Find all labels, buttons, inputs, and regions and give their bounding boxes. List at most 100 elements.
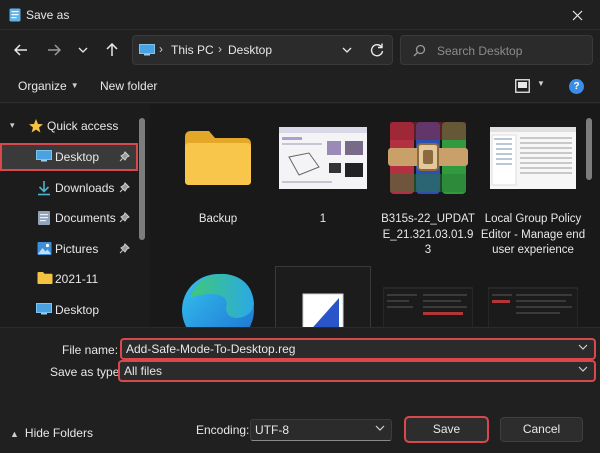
- pin-icon[interactable]: [119, 151, 130, 162]
- sidebar-item-desktop[interactable]: Desktop: [0, 143, 138, 171]
- breadcrumb-desktop[interactable]: Desktop: [228, 43, 272, 57]
- folder-icon: [185, 131, 251, 185]
- close-button[interactable]: [554, 0, 600, 30]
- breadcrumb-separator: ›: [218, 42, 222, 56]
- pin-icon[interactable]: [119, 212, 130, 223]
- file-item[interactable]: B315s-22_UPDATE_21.321.03.01.93: [380, 116, 476, 256]
- search-icon: [413, 44, 426, 57]
- chevron-down-icon[interactable]: [341, 43, 353, 57]
- encoding-select[interactable]: UTF-8: [250, 419, 392, 441]
- content-scrollbar[interactable]: [586, 118, 592, 180]
- chevron-down-icon: [78, 47, 88, 53]
- sidebar-scrollbar[interactable]: [139, 118, 145, 240]
- caret-down-icon[interactable]: ▼: [537, 79, 545, 88]
- sidebar-item-label: Downloads: [55, 181, 115, 195]
- file-name: B315s-22_UPDATE_21.321.03.01.93: [381, 213, 475, 256]
- sidebar-item-label: Desktop: [55, 150, 100, 164]
- edge-icon: [182, 273, 254, 327]
- chevron-down-icon[interactable]: [375, 425, 385, 431]
- hide-folders-label: Hide Folders: [24, 426, 93, 440]
- notepad-icon: [9, 8, 21, 22]
- command-bar: Organize ▼ New folder ▼ ?: [0, 70, 600, 103]
- sidebar-item-downloads[interactable]: Downloads: [0, 174, 138, 202]
- shortcut-thumbnail: [275, 266, 371, 327]
- sidebar-item-2021-11[interactable]: 2021-11: [0, 265, 138, 293]
- folder-thumbnail: [170, 116, 266, 200]
- forward-button[interactable]: [42, 38, 66, 62]
- organize-menu[interactable]: Organize ▼: [18, 79, 79, 93]
- chevron-down-icon[interactable]: [578, 344, 588, 350]
- recent-locations-button[interactable]: [71, 38, 95, 62]
- file-item[interactable]: [485, 274, 581, 327]
- help-button[interactable]: ?: [569, 79, 584, 94]
- sidebar-item-label: Documents: [55, 211, 116, 225]
- desktop-icon: [36, 150, 52, 162]
- navigation-bar: › This PC › Desktop: [0, 30, 600, 70]
- save-button[interactable]: Save: [404, 416, 489, 443]
- up-button[interactable]: [100, 38, 124, 62]
- file-item[interactable]: [170, 264, 266, 327]
- breadcrumb-this-pc[interactable]: This PC: [171, 43, 214, 57]
- download-icon: [38, 181, 50, 196]
- save-options-panel: File name: Add-Safe-Mode-To-Desktop.reg …: [0, 327, 600, 453]
- arrow-up-icon: [106, 43, 118, 56]
- sidebar-item-label: Pictures: [55, 242, 99, 256]
- documents-icon: [38, 211, 50, 225]
- screenshot-thumbnail-icon: [490, 127, 576, 189]
- desktop-icon: [36, 303, 52, 315]
- sidebar-item-label: Desktop: [55, 303, 100, 317]
- sidebar-item-desktop-2[interactable]: Desktop: [0, 296, 138, 324]
- screenshot-thumbnail-icon: [488, 287, 578, 327]
- image-thumbnail: [380, 274, 476, 327]
- back-button[interactable]: [9, 38, 33, 62]
- file-name-value: Add-Safe-Mode-To-Desktop.reg: [126, 342, 296, 356]
- caret-down-icon: ▼: [70, 81, 79, 90]
- chevron-down-icon[interactable]: ▾: [10, 120, 15, 131]
- window-title: Save as: [26, 8, 70, 22]
- file-item[interactable]: Backup: [170, 116, 266, 236]
- sidebar-item-pictures[interactable]: Pictures: [0, 235, 138, 263]
- screenshot-thumbnail-icon: [279, 127, 367, 189]
- file-item[interactable]: Local Group Policy Editor - Manage end u…: [481, 116, 585, 266]
- chevron-up-icon: ▲: [10, 429, 19, 439]
- view-options-icon[interactable]: [515, 79, 530, 93]
- file-item[interactable]: 1: [275, 116, 371, 236]
- sidebar-item-label: 2021-11: [55, 272, 99, 286]
- image-thumbnail: [485, 274, 581, 327]
- screenshot-thumbnail-icon: [383, 287, 473, 327]
- desktop-icon: [139, 44, 155, 56]
- breadcrumb-separator: ›: [159, 42, 163, 56]
- archive-thumbnail: [380, 116, 476, 200]
- file-item[interactable]: [275, 266, 371, 327]
- sidebar-item-label: Quick access: [47, 119, 119, 133]
- chevron-down-icon[interactable]: [578, 366, 588, 372]
- archive-icon: [388, 122, 468, 194]
- search-input[interactable]: [437, 42, 587, 60]
- file-item[interactable]: [380, 274, 476, 327]
- arrow-left-icon: [14, 44, 27, 56]
- pin-icon[interactable]: [119, 243, 130, 254]
- cancel-button[interactable]: Cancel: [500, 417, 583, 442]
- file-name: 1: [319, 213, 327, 225]
- refresh-icon[interactable]: [369, 42, 385, 58]
- shortcut-thumbnail: [170, 264, 266, 327]
- sidebar-item-documents[interactable]: Documents: [0, 204, 138, 232]
- hide-folders-button[interactable]: ▲ Hide Folders: [10, 426, 93, 440]
- file-list: Backup 1 B315s-22_UPDATE_21.321.03.01.93…: [150, 104, 600, 327]
- sidebar-item-quick-access[interactable]: ▾ Quick access: [0, 112, 138, 140]
- pin-icon[interactable]: [119, 182, 130, 193]
- search-box[interactable]: [400, 35, 593, 65]
- pictures-icon: [37, 242, 52, 255]
- app-icon: [302, 293, 344, 327]
- new-folder-button[interactable]: New folder: [100, 79, 157, 93]
- file-name-input[interactable]: Add-Safe-Mode-To-Desktop.reg: [120, 338, 596, 360]
- image-thumbnail: [485, 116, 581, 200]
- save-as-type-select[interactable]: All files: [118, 360, 596, 382]
- encoding-value: UTF-8: [255, 423, 289, 437]
- address-bar[interactable]: › This PC › Desktop: [132, 35, 393, 65]
- star-icon: [29, 119, 43, 133]
- image-thumbnail: [275, 116, 371, 200]
- file-name-label: File name:: [62, 343, 119, 357]
- arrow-right-icon: [48, 44, 61, 56]
- organize-label: Organize: [18, 79, 67, 93]
